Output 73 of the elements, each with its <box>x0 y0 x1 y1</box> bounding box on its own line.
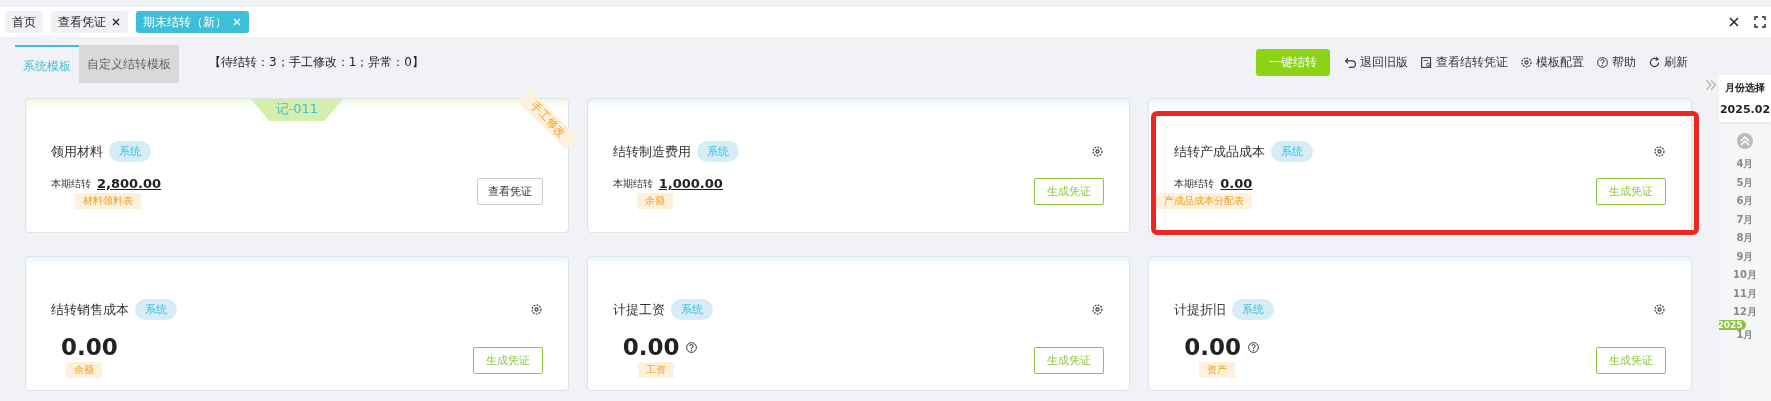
amount-value: 0.00 <box>61 334 118 360</box>
refresh-icon <box>1648 55 1661 69</box>
month-item[interactable]: 7月 <box>1736 210 1754 229</box>
source-tag[interactable]: 资产 <box>1199 362 1236 378</box>
current-month: 2025.02 <box>1719 103 1771 116</box>
summary-text: 【待结转：3；手工修改：1；异常：0】 <box>209 53 424 71</box>
manual-edit-ribbon: 手工修改 <box>517 89 578 150</box>
close-icon[interactable] <box>111 17 121 27</box>
system-tag: 系统 <box>135 299 177 320</box>
help-icon[interactable] <box>1247 340 1261 354</box>
voucher-number[interactable]: 记-011 <box>250 99 343 121</box>
card-title: 结转产成品成本 <box>1174 142 1266 161</box>
card-title: 计提工资 <box>612 300 665 319</box>
source-tag[interactable]: 余额 <box>66 362 103 378</box>
toolbar-button[interactable]: 刷新 <box>1644 53 1692 71</box>
toolbar-button[interactable]: 退回旧版 <box>1340 53 1412 71</box>
generate-voucher-button[interactable]: 生成凭证 <box>1596 347 1666 374</box>
amount-label: 本期结转 <box>51 176 91 191</box>
settings-icon[interactable] <box>529 303 543 316</box>
generate-voucher-button[interactable]: 生成凭证 <box>472 347 543 374</box>
amount-link[interactable]: 1,000.00 <box>658 176 723 191</box>
amount-value: 0.00 <box>622 334 680 360</box>
source-tag[interactable]: 工资 <box>637 362 674 378</box>
generate-voucher-button[interactable]: 生成凭证 <box>1034 347 1105 374</box>
settings-icon[interactable] <box>1091 303 1105 316</box>
card-title: 计提折旧 <box>1174 300 1227 319</box>
toolbar-button[interactable]: 帮助 <box>1592 53 1640 71</box>
system-tag: 系统 <box>670 299 713 320</box>
generate-voucher-button[interactable]: 生成凭证 <box>1596 178 1666 205</box>
month-picker-title: 月份选择 <box>1725 81 1765 95</box>
amount-value: 0.00 <box>1184 334 1242 360</box>
template-tab[interactable]: 自定义结转模板 <box>79 45 179 83</box>
generate-voucher-button[interactable]: 生成凭证 <box>1034 178 1105 205</box>
one-click-transfer-button[interactable]: 一键结转 <box>1256 48 1330 76</box>
system-tag: 系统 <box>696 141 739 162</box>
amount-label: 本期结转 <box>612 176 653 191</box>
settings-icon <box>1520 55 1533 69</box>
page-tab[interactable]: 首页 <box>5 11 43 33</box>
system-tag: 系统 <box>1271 141 1314 162</box>
card-title: 领用材料 <box>51 142 103 161</box>
undo-icon <box>1344 55 1357 69</box>
source-tag[interactable]: 材料领料表 <box>75 193 141 209</box>
source-tag[interactable]: 产成品成本分配表 <box>1156 193 1253 209</box>
page-tab[interactable]: 查看凭证 <box>51 11 128 33</box>
toolbar-button[interactable]: 查看结转凭证 <box>1416 53 1512 71</box>
amount-label: 本期结转 <box>1174 176 1215 191</box>
amount-link[interactable]: 2,800.00 <box>97 176 162 191</box>
settings-icon[interactable] <box>1653 145 1666 158</box>
card-title: 结转制造费用 <box>612 142 691 161</box>
close-icon[interactable] <box>1728 16 1740 28</box>
month-item[interactable]: 6月 <box>1736 192 1754 211</box>
help-icon <box>1596 55 1609 69</box>
view-voucher-button[interactable]: 查看凭证 <box>476 178 543 205</box>
source-tag[interactable]: 余额 <box>636 193 673 209</box>
document-icon <box>1420 55 1433 69</box>
page-tab[interactable]: 期末结转（新） <box>136 11 249 33</box>
system-tag: 系统 <box>1232 299 1275 320</box>
system-tag: 系统 <box>109 141 151 162</box>
settings-icon[interactable] <box>1091 145 1105 158</box>
year-badge: 2025 <box>1719 319 1746 330</box>
month-item[interactable]: 4月 <box>1736 155 1754 174</box>
settings-icon[interactable] <box>1653 303 1666 316</box>
month-item[interactable]: 11月 <box>1733 284 1757 303</box>
month-item[interactable]: 8月 <box>1736 229 1754 248</box>
help-icon[interactable] <box>685 340 699 354</box>
month-item[interactable]: 5月 <box>1736 173 1754 192</box>
amount-link[interactable]: 0.00 <box>1220 176 1253 191</box>
fullscreen-icon[interactable] <box>1754 16 1766 28</box>
month-item[interactable]: 12月 <box>1733 303 1757 322</box>
month-item[interactable]: 9月 <box>1736 247 1754 266</box>
toolbar-button[interactable]: 模板配置 <box>1516 53 1588 71</box>
month-item[interactable]: 10月 <box>1733 266 1757 285</box>
card-title: 结转销售成本 <box>51 300 129 319</box>
